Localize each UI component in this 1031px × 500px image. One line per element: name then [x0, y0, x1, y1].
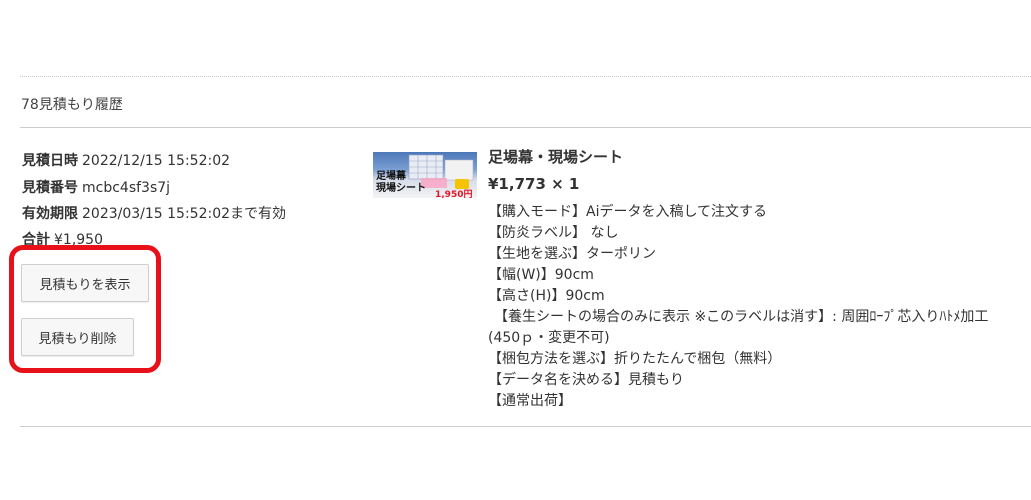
product-name[interactable]: 足場幕・現場シート: [488, 146, 623, 167]
product-option: 【通常出荷】: [488, 393, 572, 409]
estimate-date-label: 見積日時: [22, 153, 78, 169]
estimate-date: 見積日時 2022/12/15 15:52:02: [22, 150, 230, 170]
product-option: 【高さ(H)】90cm: [488, 288, 605, 304]
estimate-expiry-label: 有効期限: [22, 206, 78, 222]
top-divider: [20, 76, 1031, 77]
product-option: 【梱包方法を選ぶ】折りたたんで梱包（無料）: [488, 351, 782, 367]
thumb-price: 1,950円~: [435, 190, 473, 198]
section-title: 78見積もり履歴: [21, 97, 123, 113]
estimate-number: 見積番号 mcbc4sf3s7j: [22, 177, 170, 197]
header-divider: [20, 127, 1031, 128]
estimate-date-value: 2022/12/15 15:52:02: [82, 153, 231, 169]
product-thumbnail[interactable]: 足場幕 現場シート 1,950円~: [373, 152, 477, 198]
product-option: 【防炎ラベル】 なし: [488, 225, 619, 241]
product-option: 【幅(W)】90cm: [488, 267, 594, 283]
product-option: 【養生シートの場合のみに表示 ※このラベルは消す】: 周囲ﾛｰﾌﾟ芯入りﾊﾄﾒ加…: [494, 309, 989, 325]
estimate-expiry-value: 2023/03/15 15:52:02まで有効: [82, 206, 287, 222]
estimate-number-label: 見積番号: [22, 180, 78, 196]
highlight-frame: [9, 245, 161, 373]
product-option: 【データ名を決める】見積もり: [488, 372, 684, 388]
product-option: 【生地を選ぶ】ターポリン: [488, 246, 656, 262]
footer-divider: [20, 426, 1031, 427]
thumb-title-line1: 足場幕: [376, 171, 406, 182]
estimate-number-value: mcbc4sf3s7j: [82, 180, 171, 196]
product-option: 【購入モード】Aiデータを入稿して注文する: [488, 204, 768, 220]
product-option: (450ｐ・変更不可): [488, 330, 610, 346]
estimate-expiry: 有効期限 2023/03/15 15:52:02まで有効: [22, 203, 286, 223]
product-price-qty: ¥1,773 × 1: [488, 175, 580, 193]
thumb-title-line2: 現場シート: [376, 183, 426, 194]
